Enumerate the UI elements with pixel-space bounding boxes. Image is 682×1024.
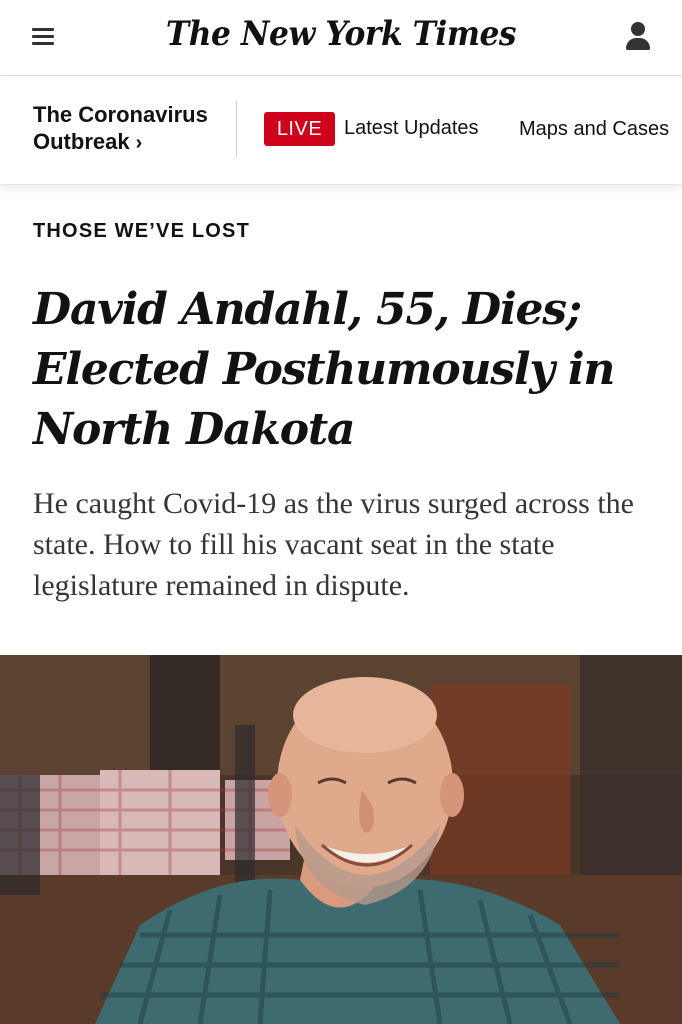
latest-updates-link[interactable]: Latest Updates (344, 117, 479, 140)
user-account-icon[interactable] (622, 20, 654, 54)
section-nav-bar: The Coronavirus Outbreak › LIVE Latest Up… (0, 77, 682, 185)
article-headline: David Andahl, 55, Dies; Elected Posthumo… (33, 284, 615, 455)
section-title-text: The Coronavirus Outbreak (33, 102, 208, 154)
account-body-shape (626, 38, 650, 50)
lead-photo[interactable] (0, 655, 682, 1024)
maps-and-cases-link[interactable]: Maps and Cases (519, 118, 669, 141)
article-summary: He caught Covid-19 as the virus surged a… (33, 487, 634, 602)
chevron-right-icon: › (135, 132, 143, 154)
account-head-shape (631, 22, 645, 36)
section-divider (236, 101, 237, 157)
masthead: The New York Times (0, 0, 682, 76)
live-badge[interactable]: LIVE (264, 112, 335, 146)
nyt-logo[interactable]: The New York Times (27, 14, 654, 54)
section-title-link[interactable]: The Coronavirus Outbreak › (33, 101, 223, 157)
lead-photo-illustration (0, 655, 682, 1024)
article-kicker[interactable]: THOSE WE’VE LOST (33, 220, 250, 243)
